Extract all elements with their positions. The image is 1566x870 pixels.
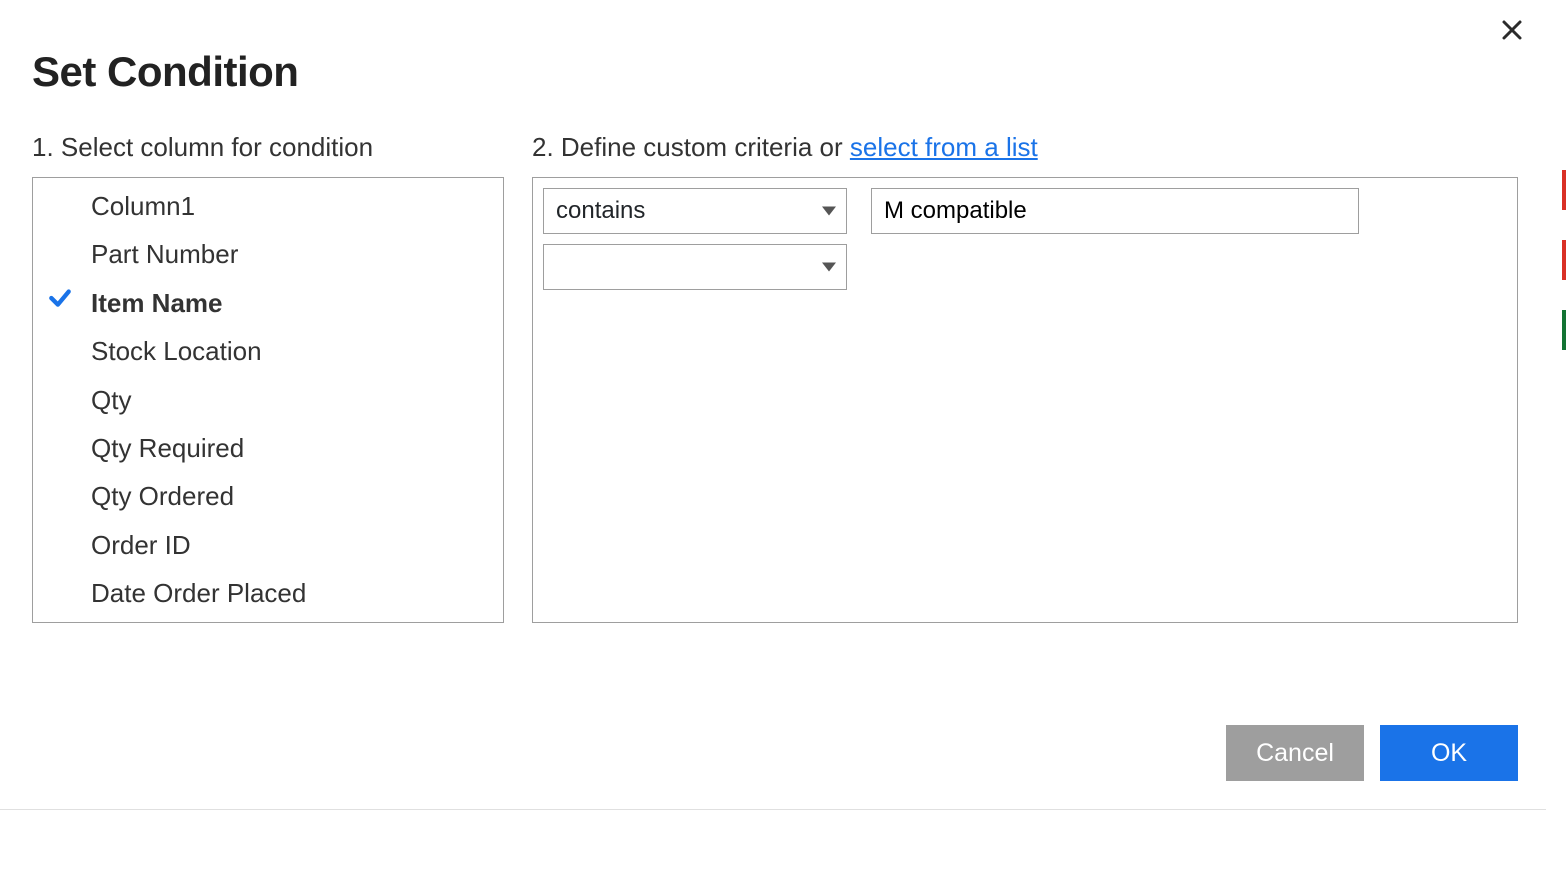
define-criteria-heading: 2. Define custom criteria or select from… xyxy=(532,132,1518,163)
caret-down-icon xyxy=(822,207,836,216)
caret-down-icon xyxy=(822,263,836,272)
select-from-list-link[interactable]: select from a list xyxy=(850,132,1038,162)
dialog-title: Set Condition xyxy=(32,48,1518,96)
column-option[interactable]: Qty Required xyxy=(33,424,503,472)
column-option[interactable]: Expected Delivery Date xyxy=(33,618,503,623)
column-option-label: Date Order Placed xyxy=(91,578,306,608)
close-icon xyxy=(1500,18,1524,42)
column-option[interactable]: Column1 xyxy=(33,182,503,230)
extra-operator-dropdown[interactable] xyxy=(543,244,847,290)
column-option-label: Stock Location xyxy=(91,336,262,366)
ok-button[interactable]: OK xyxy=(1380,725,1518,781)
edge-indicator xyxy=(1562,310,1566,350)
column-option[interactable]: Order ID xyxy=(33,521,503,569)
criteria-box: contains xyxy=(532,177,1518,623)
close-button[interactable] xyxy=(1500,18,1524,42)
column-option[interactable]: Item Name xyxy=(33,279,503,327)
define-criteria-pane: 2. Define custom criteria or select from… xyxy=(532,132,1518,623)
operator-dropdown-value: contains xyxy=(556,197,645,225)
set-condition-dialog: Set Condition 1. Select column for condi… xyxy=(0,0,1546,810)
define-criteria-heading-text: 2. Define custom criteria or xyxy=(532,132,850,162)
column-option-label: Item Name xyxy=(91,288,223,318)
dialog-footer: Cancel OK xyxy=(1226,725,1518,781)
column-option-label: Column1 xyxy=(91,191,195,221)
column-option[interactable]: Part Number xyxy=(33,230,503,278)
criteria-value-input[interactable] xyxy=(871,188,1359,234)
checkmark-icon xyxy=(47,284,73,320)
select-column-heading: 1. Select column for condition xyxy=(32,132,504,163)
cancel-button[interactable]: Cancel xyxy=(1226,725,1364,781)
operator-dropdown[interactable]: contains xyxy=(543,188,847,234)
column-option[interactable]: Stock Location xyxy=(33,327,503,375)
column-option[interactable]: Qty xyxy=(33,376,503,424)
column-option-label: Qty xyxy=(91,385,131,415)
edge-indicator xyxy=(1562,240,1566,280)
edge-decorations xyxy=(1562,170,1566,350)
column-option-label: Qty Ordered xyxy=(91,481,234,511)
select-column-pane: 1. Select column for condition Column1 Pa… xyxy=(32,132,504,623)
column-option[interactable]: Date Order Placed xyxy=(33,569,503,617)
column-option-label: Qty Required xyxy=(91,433,244,463)
column-option[interactable]: Qty Ordered xyxy=(33,472,503,520)
column-listbox[interactable]: Column1 Part Number Item Name Stock Locatio… xyxy=(32,177,504,623)
column-option-label: Part Number xyxy=(91,239,238,269)
column-option-label: Order ID xyxy=(91,530,191,560)
edge-indicator xyxy=(1562,170,1566,210)
